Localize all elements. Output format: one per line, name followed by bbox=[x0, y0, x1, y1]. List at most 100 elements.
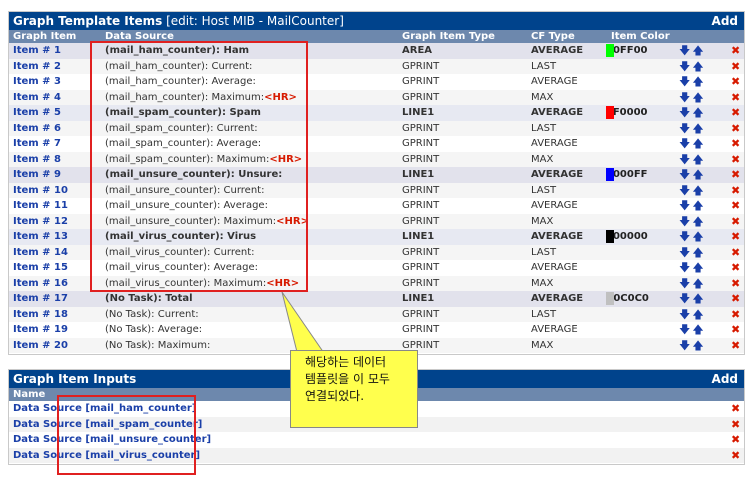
arrow-up-icon[interactable]: 🡅 bbox=[692, 44, 705, 57]
annotation-box-data-sources bbox=[90, 41, 308, 292]
cf-type-cell: AVERAGE bbox=[531, 138, 578, 149]
item-type-cell: GPRINT bbox=[402, 184, 440, 196]
table-row: Item # 17 (No Task): Total LINE1 AVERAGE C0C… bbox=[9, 291, 744, 307]
add-input-link[interactable]: Add bbox=[712, 370, 738, 388]
delete-x-icon[interactable]: ✖ bbox=[731, 432, 740, 448]
delete-x-icon[interactable]: ✖ bbox=[731, 401, 740, 417]
arrow-down-icon[interactable]: 🡇 bbox=[679, 277, 692, 290]
data-source-cell: (No Task): Maximum: bbox=[105, 338, 210, 354]
item-link[interactable]: Item # 18 bbox=[13, 307, 68, 323]
arrow-down-icon[interactable]: 🡇 bbox=[679, 292, 692, 305]
delete-x-icon[interactable]: ✖ bbox=[731, 291, 740, 307]
delete-x-icon[interactable]: ✖ bbox=[731, 260, 740, 276]
cf-type-cell: MAX bbox=[531, 277, 554, 289]
arrow-up-icon[interactable]: 🡅 bbox=[692, 91, 705, 104]
cf-type-cell: AVERAGE bbox=[531, 76, 578, 87]
arrow-up-icon[interactable]: 🡅 bbox=[692, 339, 705, 352]
arrow-up-icon[interactable]: 🡅 bbox=[692, 122, 705, 135]
item-link[interactable]: Item # 9 bbox=[13, 167, 61, 183]
item-link[interactable]: Item # 8 bbox=[13, 152, 61, 168]
arrow-up-icon[interactable]: 🡅 bbox=[692, 137, 705, 150]
delete-x-icon[interactable]: ✖ bbox=[731, 59, 740, 75]
arrow-down-icon[interactable]: 🡇 bbox=[679, 308, 692, 321]
delete-x-icon[interactable]: ✖ bbox=[731, 90, 740, 106]
item-link[interactable]: Item # 15 bbox=[13, 260, 68, 276]
item-type-cell: LINE1 bbox=[402, 107, 435, 118]
delete-x-icon[interactable]: ✖ bbox=[731, 167, 740, 183]
delete-x-icon[interactable]: ✖ bbox=[731, 417, 740, 433]
arrow-up-icon[interactable]: 🡅 bbox=[692, 246, 705, 259]
move-controls: 🡇🡅 bbox=[679, 260, 706, 276]
item-link[interactable]: Item # 12 bbox=[13, 214, 68, 230]
delete-x-icon[interactable]: ✖ bbox=[731, 338, 740, 354]
item-link[interactable]: Item # 7 bbox=[13, 136, 61, 152]
arrow-down-icon[interactable]: 🡇 bbox=[679, 339, 692, 352]
item-link[interactable]: Item # 1 bbox=[13, 43, 61, 59]
delete-x-icon[interactable]: ✖ bbox=[731, 214, 740, 230]
item-color-cell: 000000 bbox=[606, 229, 648, 245]
delete-x-icon[interactable]: ✖ bbox=[731, 136, 740, 152]
item-link[interactable]: Item # 10 bbox=[13, 183, 68, 199]
arrow-up-icon[interactable]: 🡅 bbox=[692, 184, 705, 197]
callout-line-1: 해당하는 데이터 bbox=[305, 355, 387, 369]
delete-x-icon[interactable]: ✖ bbox=[731, 198, 740, 214]
item-link[interactable]: Item # 3 bbox=[13, 74, 61, 90]
item-link[interactable]: Item # 14 bbox=[13, 245, 68, 261]
delete-x-icon[interactable]: ✖ bbox=[731, 74, 740, 90]
arrow-up-icon[interactable]: 🡅 bbox=[692, 215, 705, 228]
move-controls: 🡇🡅 bbox=[679, 74, 706, 90]
item-link[interactable]: Item # 13 bbox=[13, 229, 68, 245]
delete-x-icon[interactable]: ✖ bbox=[731, 276, 740, 292]
arrow-up-icon[interactable]: 🡅 bbox=[692, 292, 705, 305]
delete-x-icon[interactable]: ✖ bbox=[731, 229, 740, 245]
arrow-up-icon[interactable]: 🡅 bbox=[692, 308, 705, 321]
delete-x-icon[interactable]: ✖ bbox=[731, 448, 740, 464]
arrow-down-icon[interactable]: 🡇 bbox=[679, 75, 692, 88]
arrow-up-icon[interactable]: 🡅 bbox=[692, 60, 705, 73]
arrow-up-icon[interactable]: 🡅 bbox=[692, 230, 705, 243]
arrow-down-icon[interactable]: 🡇 bbox=[679, 261, 692, 274]
item-link[interactable]: Item # 20 bbox=[13, 338, 68, 354]
arrow-down-icon[interactable]: 🡇 bbox=[679, 122, 692, 135]
arrow-down-icon[interactable]: 🡇 bbox=[679, 60, 692, 73]
delete-x-icon[interactable]: ✖ bbox=[731, 307, 740, 323]
delete-x-icon[interactable]: ✖ bbox=[731, 121, 740, 137]
delete-x-icon[interactable]: ✖ bbox=[731, 183, 740, 199]
arrow-up-icon[interactable]: 🡅 bbox=[692, 106, 705, 119]
callout-note: 해당하는 데이터 템플릿을 이 모두 연결되었다. bbox=[290, 350, 418, 428]
item-link[interactable]: Item # 6 bbox=[13, 121, 61, 137]
arrow-up-icon[interactable]: 🡅 bbox=[692, 199, 705, 212]
item-link[interactable]: Item # 16 bbox=[13, 276, 68, 292]
arrow-down-icon[interactable]: 🡇 bbox=[679, 137, 692, 150]
move-controls: 🡇🡅 bbox=[679, 43, 706, 59]
arrow-up-icon[interactable]: 🡅 bbox=[692, 323, 705, 336]
arrow-down-icon[interactable]: 🡇 bbox=[679, 153, 692, 166]
arrow-down-icon[interactable]: 🡇 bbox=[679, 323, 692, 336]
arrow-up-icon[interactable]: 🡅 bbox=[692, 277, 705, 290]
delete-x-icon[interactable]: ✖ bbox=[731, 152, 740, 168]
arrow-down-icon[interactable]: 🡇 bbox=[679, 44, 692, 57]
item-link[interactable]: Item # 19 bbox=[13, 322, 68, 338]
arrow-down-icon[interactable]: 🡇 bbox=[679, 168, 692, 181]
arrow-up-icon[interactable]: 🡅 bbox=[692, 168, 705, 181]
arrow-up-icon[interactable]: 🡅 bbox=[692, 75, 705, 88]
arrow-down-icon[interactable]: 🡇 bbox=[679, 230, 692, 243]
arrow-down-icon[interactable]: 🡇 bbox=[679, 215, 692, 228]
delete-x-icon[interactable]: ✖ bbox=[731, 105, 740, 121]
item-link[interactable]: Item # 5 bbox=[13, 105, 61, 121]
item-link[interactable]: Item # 17 bbox=[13, 291, 68, 307]
item-link[interactable]: Item # 4 bbox=[13, 90, 61, 106]
arrow-down-icon[interactable]: 🡇 bbox=[679, 199, 692, 212]
delete-x-icon[interactable]: ✖ bbox=[731, 43, 740, 59]
item-link[interactable]: Item # 11 bbox=[13, 198, 68, 214]
arrow-down-icon[interactable]: 🡇 bbox=[679, 246, 692, 259]
delete-x-icon[interactable]: ✖ bbox=[731, 322, 740, 338]
add-item-link[interactable]: Add bbox=[712, 12, 738, 30]
item-link[interactable]: Item # 2 bbox=[13, 59, 61, 75]
arrow-down-icon[interactable]: 🡇 bbox=[679, 184, 692, 197]
arrow-up-icon[interactable]: 🡅 bbox=[692, 153, 705, 166]
arrow-down-icon[interactable]: 🡇 bbox=[679, 106, 692, 119]
arrow-down-icon[interactable]: 🡇 bbox=[679, 91, 692, 104]
arrow-up-icon[interactable]: 🡅 bbox=[692, 261, 705, 274]
delete-x-icon[interactable]: ✖ bbox=[731, 245, 740, 261]
